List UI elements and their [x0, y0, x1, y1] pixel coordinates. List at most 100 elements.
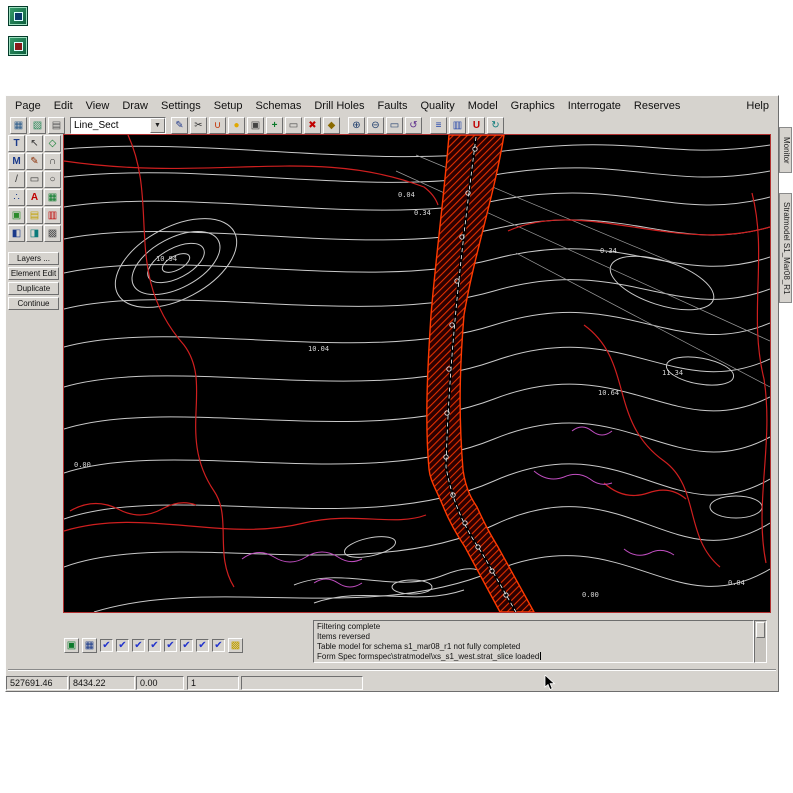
tab-stratmodel[interactable]: Stratmodel S1_Mar08_R1 [779, 193, 792, 303]
menu-bar: Page Edit View Draw Settings Setup Schem… [9, 97, 775, 114]
text-tool-icon[interactable]: T [8, 135, 25, 152]
filter-checkbox-2[interactable]: ✔ [116, 639, 129, 652]
menu-model[interactable]: Model [468, 100, 498, 112]
magnet-icon[interactable]: ∪ [209, 117, 226, 134]
open-design-icon[interactable]: ▧ [29, 117, 46, 134]
polyline-tool-icon[interactable]: ◇ [44, 135, 61, 152]
menu-edit[interactable]: Edit [54, 100, 73, 112]
lock-icon[interactable]: ◆ [323, 117, 340, 134]
map-label: 0.04 [728, 579, 745, 587]
menu-quality[interactable]: Quality [420, 100, 454, 112]
tag-icon[interactable]: ▩ [228, 638, 243, 653]
mouse-cursor [544, 675, 556, 691]
desktop-icon-2-glyph [14, 42, 23, 51]
status-level-field: 1 [187, 676, 239, 690]
command-input[interactable] [241, 676, 363, 690]
map-label: 11.34 [662, 369, 683, 377]
duplicate-button[interactable]: Duplicate [8, 282, 59, 295]
log-scrollbar[interactable] [754, 620, 767, 663]
menu-help[interactable]: Help [746, 100, 769, 112]
map-label: 0.00 [74, 461, 91, 469]
layers-button[interactable]: Layers ... [8, 252, 59, 265]
log-scrollbar-thumb[interactable] [756, 622, 765, 638]
redo-icon[interactable]: ↻ [487, 117, 504, 134]
menu-settings[interactable]: Settings [161, 100, 201, 112]
app-window: Page Edit View Draw Settings Setup Schem… [5, 95, 779, 692]
log-line: Form Spec formspec\stratmodel\xs_s1_west… [317, 652, 750, 662]
filter-checkbox-3[interactable]: ✔ [132, 639, 145, 652]
split-horizontal-icon[interactable]: ≡ [430, 117, 447, 134]
menu-setup[interactable]: Setup [214, 100, 243, 112]
select-box-icon[interactable]: ▭ [285, 117, 302, 134]
refresh-list-icon[interactable]: ▦ [82, 638, 97, 653]
pan-icon[interactable]: + [266, 117, 283, 134]
toolbar-separator [342, 117, 346, 134]
map-label: 10.64 [598, 389, 619, 397]
continue-button[interactable]: Continue [8, 297, 59, 310]
element-edit-button[interactable]: Element Edit [8, 267, 59, 280]
new-sheet-icon[interactable]: ▦ [10, 117, 27, 134]
map-label: 10.94 [156, 255, 177, 263]
desktop-icon-1[interactable] [8, 6, 28, 26]
filter-checkbox-8[interactable]: ✔ [212, 639, 225, 652]
log-line: Table model for schema s1_mar08_r1 not f… [317, 642, 750, 652]
filter-checkbox-1[interactable]: ✔ [100, 639, 113, 652]
map-label: 10.04 [308, 345, 329, 353]
desktop-icon-2[interactable] [8, 36, 28, 56]
contour-lines-red [64, 135, 770, 587]
map-canvas[interactable]: 0.04 0.34 10.94 10.04 0.00 0.34 11.34 10… [64, 135, 770, 612]
lamp-icon[interactable]: ● [228, 117, 245, 134]
zoom-out-icon[interactable]: ⊖ [367, 117, 384, 134]
menu-graphics[interactable]: Graphics [511, 100, 555, 112]
rect-tool-icon[interactable]: ▭ [26, 171, 43, 188]
menu-page[interactable]: Page [15, 100, 41, 112]
delete-icon[interactable]: ✖ [304, 117, 321, 134]
erase-tool-icon[interactable]: ▥ [44, 207, 61, 224]
text-caret [540, 652, 541, 660]
map-viewport[interactable]: 0.04 0.34 10.94 10.04 0.00 0.34 11.34 10… [63, 134, 771, 613]
pencil-tool-icon[interactable]: ✎ [26, 153, 43, 170]
filter-checkbox-6[interactable]: ✔ [180, 639, 193, 652]
arc-tool-icon[interactable]: ∩ [44, 153, 61, 170]
label-tool-icon[interactable]: A [26, 189, 43, 206]
tab-monitor[interactable]: Monitor [779, 127, 792, 173]
zoom-previous-icon[interactable]: ↺ [405, 117, 422, 134]
undo-icon[interactable]: U [468, 117, 485, 134]
palette-tool-icon[interactable]: ▦ [44, 189, 61, 206]
move-tool-icon[interactable]: M [8, 153, 25, 170]
pointer-tool-icon[interactable]: ↖ [26, 135, 43, 152]
split-vertical-icon[interactable]: ▥ [449, 117, 466, 134]
zoom-in-icon[interactable]: ⊕ [348, 117, 365, 134]
menu-drill-holes[interactable]: Drill Holes [314, 100, 364, 112]
zoom-window-icon[interactable]: ▭ [386, 117, 403, 134]
map-label: 0.04 [398, 191, 415, 199]
chevron-down-icon[interactable]: ▼ [150, 118, 165, 133]
left-toolbar: T ↖ ◇ M ✎ ∩ / ▭ ○ ∴ A ▦ ▣ ▤ ▥ [8, 135, 63, 435]
filter-checkbox-4[interactable]: ✔ [148, 639, 161, 652]
menu-draw[interactable]: Draw [122, 100, 148, 112]
circle-tool-icon[interactable]: ○ [44, 171, 61, 188]
display-list-icon[interactable]: ▣ [64, 638, 79, 653]
filter-checkbox-7[interactable]: ✔ [196, 639, 209, 652]
group-tool-icon[interactable]: ◨ [26, 225, 43, 242]
menu-reserves[interactable]: Reserves [634, 100, 680, 112]
pencil-icon[interactable]: ✎ [171, 117, 188, 134]
line-tool-icon[interactable]: / [8, 171, 25, 188]
log-line: Items reversed [317, 632, 750, 642]
menu-schemas[interactable]: Schemas [256, 100, 302, 112]
menu-view[interactable]: View [86, 100, 110, 112]
filter-checkbox-5[interactable]: ✔ [164, 639, 177, 652]
scissors-icon[interactable]: ✂ [190, 117, 207, 134]
layer-tool-icon[interactable]: ◧ [8, 225, 25, 242]
message-log[interactable]: Filtering complete Items reversed Table … [313, 620, 754, 663]
points-tool-icon[interactable]: ∴ [8, 189, 25, 206]
menu-interrogate[interactable]: Interrogate [568, 100, 621, 112]
menu-faults[interactable]: Faults [377, 100, 407, 112]
camera-icon[interactable]: ▣ [247, 117, 264, 134]
layer-combo[interactable]: Line_Sect ▼ [70, 117, 166, 134]
fill-tool-icon[interactable]: ▣ [8, 207, 25, 224]
print-icon[interactable]: ▤ [48, 117, 65, 134]
status-z-field: 0.00 [136, 676, 184, 690]
config-tool-icon[interactable]: ▩ [44, 225, 61, 242]
hatch-tool-icon[interactable]: ▤ [26, 207, 43, 224]
